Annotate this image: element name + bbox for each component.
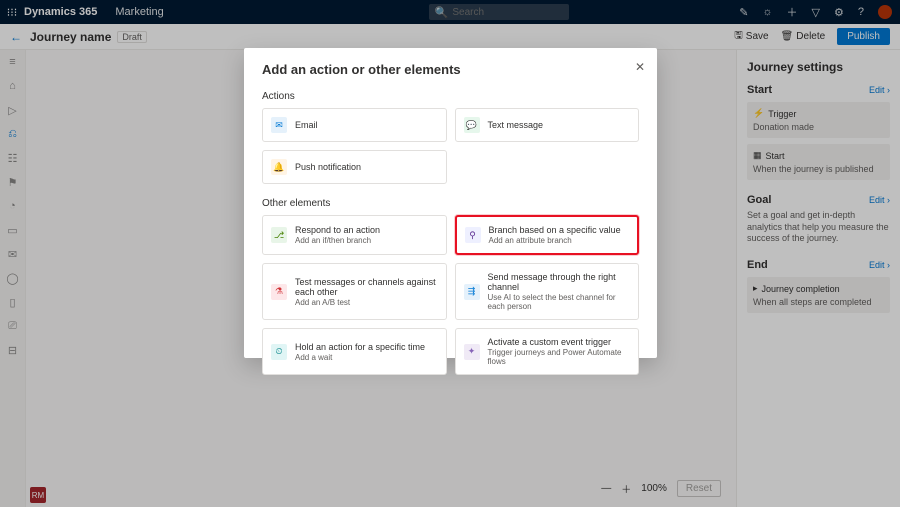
add-action-modal: Add an action or other elements ✕ Action… — [244, 48, 657, 358]
close-button[interactable]: ✕ — [635, 60, 645, 74]
email-icon: ✉ — [271, 117, 287, 133]
action-custom-trigger[interactable]: ✦ Activate a custom event triggerTrigger… — [455, 328, 640, 375]
action-respond[interactable]: ⎇ Respond to an actionAdd an if/then bra… — [262, 215, 447, 255]
other-group-label: Other elements — [262, 198, 639, 209]
action-ab-test[interactable]: ⚗ Test messages or channels against each… — [262, 263, 447, 320]
action-push-notification[interactable]: 🔔 Push notification — [262, 150, 447, 184]
branch-icon: ⎇ — [271, 227, 287, 243]
sms-icon: 💬 — [464, 117, 480, 133]
action-right-channel[interactable]: ⇶ Send message through the right channel… — [455, 263, 640, 320]
attribute-branch-icon: ⚲ — [465, 227, 481, 243]
action-email[interactable]: ✉ Email — [262, 108, 447, 142]
action-branch-value[interactable]: ⚲ Branch based on a specific valueAdd an… — [455, 215, 640, 255]
modal-title: Add an action or other elements — [262, 62, 639, 77]
ab-test-icon: ⚗ — [271, 284, 287, 300]
custom-trigger-icon: ✦ — [464, 344, 480, 360]
action-hold[interactable]: ⏲ Hold an action for a specific timeAdd … — [262, 328, 447, 375]
push-icon: 🔔 — [271, 159, 287, 175]
clock-icon: ⏲ — [271, 344, 287, 360]
action-text-message[interactable]: 💬 Text message — [455, 108, 640, 142]
channel-icon: ⇶ — [464, 284, 480, 300]
actions-group-label: Actions — [262, 91, 639, 102]
